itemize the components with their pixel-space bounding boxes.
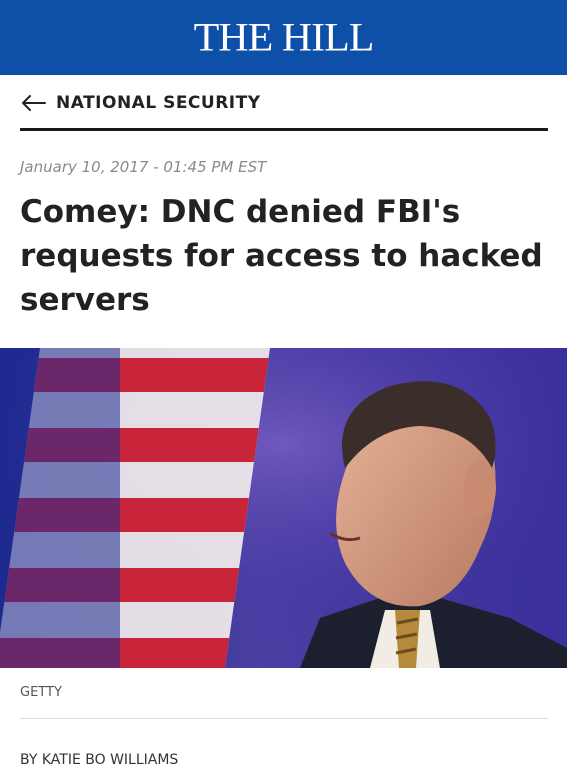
hero-photo bbox=[0, 348, 567, 668]
arrow-left-icon[interactable] bbox=[20, 94, 46, 112]
article-byline[interactable]: BY KATIE BO WILLIAMS bbox=[20, 752, 178, 768]
section-nav[interactable]: NATIONAL SECURITY bbox=[20, 88, 261, 118]
section-label[interactable]: NATIONAL SECURITY bbox=[56, 93, 261, 113]
article-dateline: January 10, 2017 - 01:45 PM EST bbox=[20, 158, 267, 176]
photo-credit: GETTY bbox=[20, 685, 62, 700]
credit-divider bbox=[20, 718, 548, 719]
site-logo[interactable]: THE HILL bbox=[194, 18, 375, 58]
article-headline: Comey: DNC denied FBI's requests for acc… bbox=[20, 194, 543, 318]
masthead: THE HILL bbox=[0, 0, 567, 75]
article-page: THE HILL NATIONAL SECURITY January 10, 2… bbox=[0, 0, 567, 778]
section-divider bbox=[20, 128, 548, 131]
